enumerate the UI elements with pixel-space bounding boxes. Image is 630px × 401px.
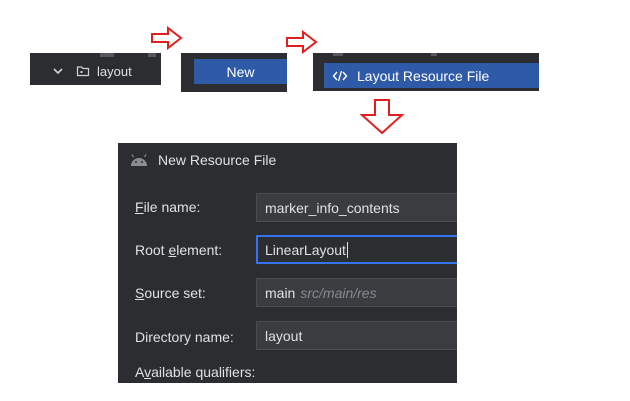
tutorial-screenshot: layout New Layout Resource File New Reso… bbox=[0, 0, 630, 401]
dialog-title: New Resource File bbox=[158, 152, 277, 168]
root-element-label: Root element: bbox=[135, 242, 223, 258]
cut-fragment bbox=[100, 53, 114, 57]
cut-fragment bbox=[148, 53, 156, 57]
menu-item-layout-resource-file[interactable]: Layout Resource File bbox=[324, 63, 539, 88]
menu-item-new[interactable]: New bbox=[194, 59, 287, 84]
source-set-value: main bbox=[265, 284, 296, 301]
right-arrow-icon bbox=[151, 26, 183, 50]
source-set-field[interactable]: main src/main/res bbox=[256, 278, 457, 307]
file-name-field[interactable]: marker_info_contents bbox=[256, 193, 457, 222]
cut-edge bbox=[30, 53, 161, 56]
file-name-label: File name: bbox=[135, 199, 201, 215]
new-resource-file-dialog: New Resource File File name: marker_info… bbox=[118, 143, 457, 383]
text-caret bbox=[346, 241, 348, 258]
available-qualifiers-label: Available qualifiers: bbox=[135, 364, 256, 380]
source-set-hint: src/main/res bbox=[300, 284, 377, 301]
submenu-panel: Layout Resource File bbox=[313, 53, 539, 91]
directory-name-label: Directory name: bbox=[135, 329, 234, 345]
menu-item-label: Layout Resource File bbox=[357, 67, 490, 84]
cut-fragment bbox=[333, 53, 343, 56]
android-icon bbox=[131, 154, 147, 166]
root-element-value: LinearLayout bbox=[265, 241, 346, 258]
source-set-label: Source set: bbox=[135, 285, 206, 301]
file-name-value: marker_info_contents bbox=[265, 199, 400, 216]
dialog-title-bar: New Resource File bbox=[118, 143, 457, 177]
chevron-down-icon[interactable] bbox=[51, 64, 65, 78]
root-element-field[interactable]: LinearLayout bbox=[256, 235, 457, 264]
xml-code-icon bbox=[332, 70, 348, 81]
context-menu-panel: New bbox=[181, 53, 287, 92]
tree-item-layout[interactable]: layout bbox=[30, 61, 161, 81]
right-arrow-icon bbox=[286, 30, 318, 54]
down-arrow-icon bbox=[359, 99, 405, 135]
cut-fragment bbox=[431, 53, 437, 56]
directory-name-field[interactable]: layout bbox=[256, 321, 457, 350]
directory-name-value: layout bbox=[265, 327, 303, 344]
folder-icon bbox=[76, 66, 90, 77]
tree-item-label: layout bbox=[97, 63, 132, 79]
project-tree-panel: layout bbox=[30, 53, 161, 85]
